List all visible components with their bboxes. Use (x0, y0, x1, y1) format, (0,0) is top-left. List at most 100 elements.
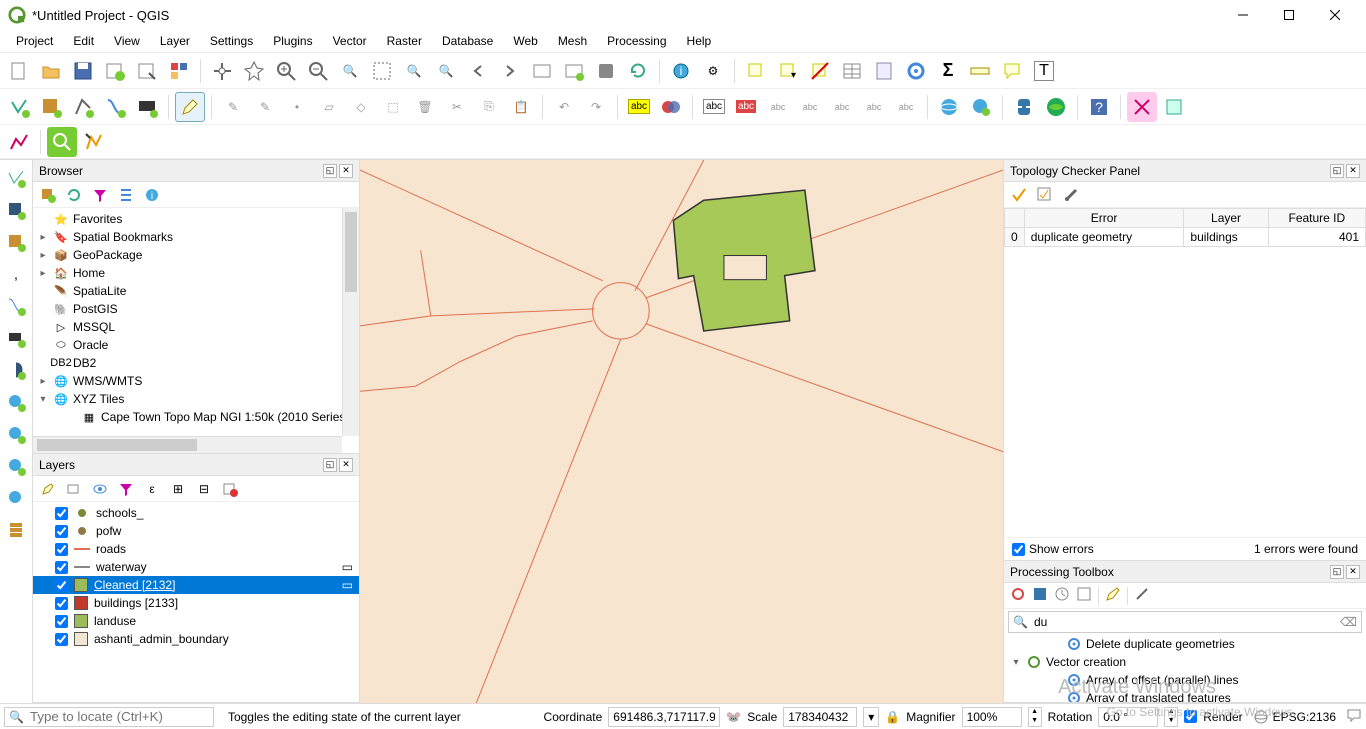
python-console-button[interactable] (1009, 92, 1039, 122)
browser-node[interactable]: 🪶SpatiaLite (33, 282, 359, 300)
menu-view[interactable]: View (104, 32, 150, 50)
rotation-spinner[interactable]: ▲▼ (1164, 707, 1178, 727)
toolbox-button[interactable] (901, 56, 931, 86)
metasearch-button[interactable] (1041, 92, 1071, 122)
processing-close-button[interactable]: ✕ (1346, 565, 1360, 579)
processing-node[interactable]: Array of offset (parallel) lines (1004, 671, 1366, 689)
browser-node[interactable]: ▸📦GeoPackage (33, 246, 359, 264)
web-search-button[interactable] (966, 92, 996, 122)
layer-visibility-checkbox[interactable] (55, 525, 68, 538)
processing-node[interactable]: Array of translated features (1004, 689, 1366, 702)
statistics-button[interactable]: Σ (933, 56, 963, 86)
new-print-layout-button[interactable] (100, 56, 130, 86)
add-wms-button[interactable] (2, 388, 30, 416)
layer-row[interactable]: landuse (33, 612, 359, 630)
crs-button[interactable]: EPSG:2136 (1249, 709, 1340, 725)
layers-tree[interactable]: schools_ pofw roads waterway▭ Cleaned [2… (33, 502, 359, 650)
menu-layer[interactable]: Layer (150, 32, 200, 50)
add-ows-button[interactable] (2, 484, 30, 512)
style-manager-button[interactable] (164, 56, 194, 86)
add-csv-layer-button[interactable]: , (2, 260, 30, 288)
browser-node[interactable]: ▸🔖Spatial Bookmarks (33, 228, 359, 246)
processing-node[interactable]: ▾Vector creation (1004, 653, 1366, 671)
layout-manager-button[interactable] (132, 56, 162, 86)
browser-hscroll[interactable] (33, 436, 342, 453)
topology-col-fid[interactable]: Feature ID (1268, 209, 1365, 228)
processing-search[interactable]: 🔍 ⌫ (1008, 611, 1362, 633)
browser-node[interactable]: DB2DB2 (33, 354, 359, 372)
label-button[interactable]: abc (624, 92, 654, 122)
layers-undock-button[interactable]: ◱ (323, 458, 337, 472)
action-button[interactable]: ⚙ (698, 56, 728, 86)
browser-properties-button[interactable]: i (141, 184, 163, 206)
layer-row[interactable]: Cleaned [2132]▭ (33, 576, 359, 594)
layers-filter-button[interactable] (115, 478, 137, 500)
new-spatialite-button[interactable] (100, 92, 130, 122)
processing-results-icon[interactable] (1076, 586, 1092, 605)
add-wcs-button[interactable] (2, 420, 30, 448)
layer-visibility-checkbox[interactable] (55, 579, 68, 592)
topology-error-table[interactable]: Error Layer Feature ID 0 duplicate geome… (1004, 208, 1366, 247)
layers-panel-header[interactable]: Layers ◱ ✕ (33, 454, 359, 476)
layer-row[interactable]: waterway▭ (33, 558, 359, 576)
layer-visibility-checkbox[interactable] (55, 543, 68, 556)
label-highlight-button[interactable]: abc (731, 92, 761, 122)
menu-database[interactable]: Database (432, 32, 503, 50)
scale-dropdown[interactable]: ▾ (863, 707, 879, 727)
browser-node[interactable]: ▸🌐WMS/WMTS (33, 372, 359, 390)
menu-project[interactable]: Project (6, 32, 63, 50)
layers-add-group-button[interactable] (63, 478, 85, 500)
topology-checker-button[interactable] (1127, 92, 1157, 122)
zoom-in-button[interactable] (271, 56, 301, 86)
processing-edit-icon[interactable] (1105, 586, 1121, 605)
menu-settings[interactable]: Settings (200, 32, 263, 50)
topology-col-layer[interactable]: Layer (1184, 209, 1268, 228)
field-calculator-button[interactable] (869, 56, 899, 86)
browser-filter-button[interactable] (89, 184, 111, 206)
layers-expression-button[interactable]: ε (141, 478, 163, 500)
zoom-last-button[interactable] (463, 56, 493, 86)
maximize-button[interactable] (1266, 0, 1312, 30)
layer-row[interactable]: roads (33, 540, 359, 558)
layer-visibility-checkbox[interactable] (55, 597, 68, 610)
layer-row[interactable]: buildings [2133] (33, 594, 359, 612)
layers-expand-button[interactable]: ⊞ (167, 478, 189, 500)
processing-model-icon[interactable] (1010, 586, 1026, 605)
menu-edit[interactable]: Edit (63, 32, 104, 50)
layer-visibility-checkbox[interactable] (55, 561, 68, 574)
new-map-view-button[interactable] (527, 56, 557, 86)
profile-tool-button[interactable] (4, 127, 34, 157)
layer-visibility-checkbox[interactable] (55, 615, 68, 628)
processing-python-icon[interactable] (1032, 586, 1048, 605)
pan-to-selection-button[interactable] (239, 56, 269, 86)
data-source-manager-button[interactable] (2, 516, 30, 544)
quickosm-button[interactable] (79, 127, 109, 157)
processing-search-input[interactable] (1032, 614, 1336, 630)
new-shapefile-button[interactable] (68, 92, 98, 122)
vertex-check-button[interactable] (1159, 92, 1189, 122)
layer-row[interactable]: ashanti_admin_boundary (33, 630, 359, 648)
browser-node[interactable]: ▦Cape Town Topo Map NGI 1:50k (2010 Seri… (33, 408, 359, 426)
locator[interactable]: 🔍 (4, 707, 214, 727)
attribute-table-button[interactable] (837, 56, 867, 86)
browser-node[interactable]: ▾🌐XYZ Tiles (33, 390, 359, 408)
topology-col-error[interactable]: Error (1024, 209, 1184, 228)
toggle-editing-button[interactable] (175, 92, 205, 122)
show-errors-checkbox[interactable] (1012, 543, 1025, 556)
processing-node[interactable]: Delete duplicate geometries (1004, 635, 1366, 653)
save-project-button[interactable] (68, 56, 98, 86)
menu-web[interactable]: Web (503, 32, 547, 50)
temporal-button[interactable] (591, 56, 621, 86)
zoom-native-button[interactable]: 🔍 (335, 56, 365, 86)
zoom-selection-button[interactable]: 🔍 (399, 56, 429, 86)
topology-validate-extent-button[interactable] (1034, 184, 1056, 206)
topology-row-0[interactable]: 0 duplicate geometry buildings 401 (1005, 228, 1366, 247)
menu-plugins[interactable]: Plugins (263, 32, 322, 50)
maptips-button[interactable] (997, 56, 1027, 86)
magnifier-spinner[interactable]: ▲▼ (1028, 707, 1042, 727)
web-button[interactable] (934, 92, 964, 122)
label-diagram-button[interactable] (656, 92, 686, 122)
zoom-out-button[interactable] (303, 56, 333, 86)
browser-collapse-button[interactable] (115, 184, 137, 206)
zoom-layer-button[interactable]: 🔍 (431, 56, 461, 86)
